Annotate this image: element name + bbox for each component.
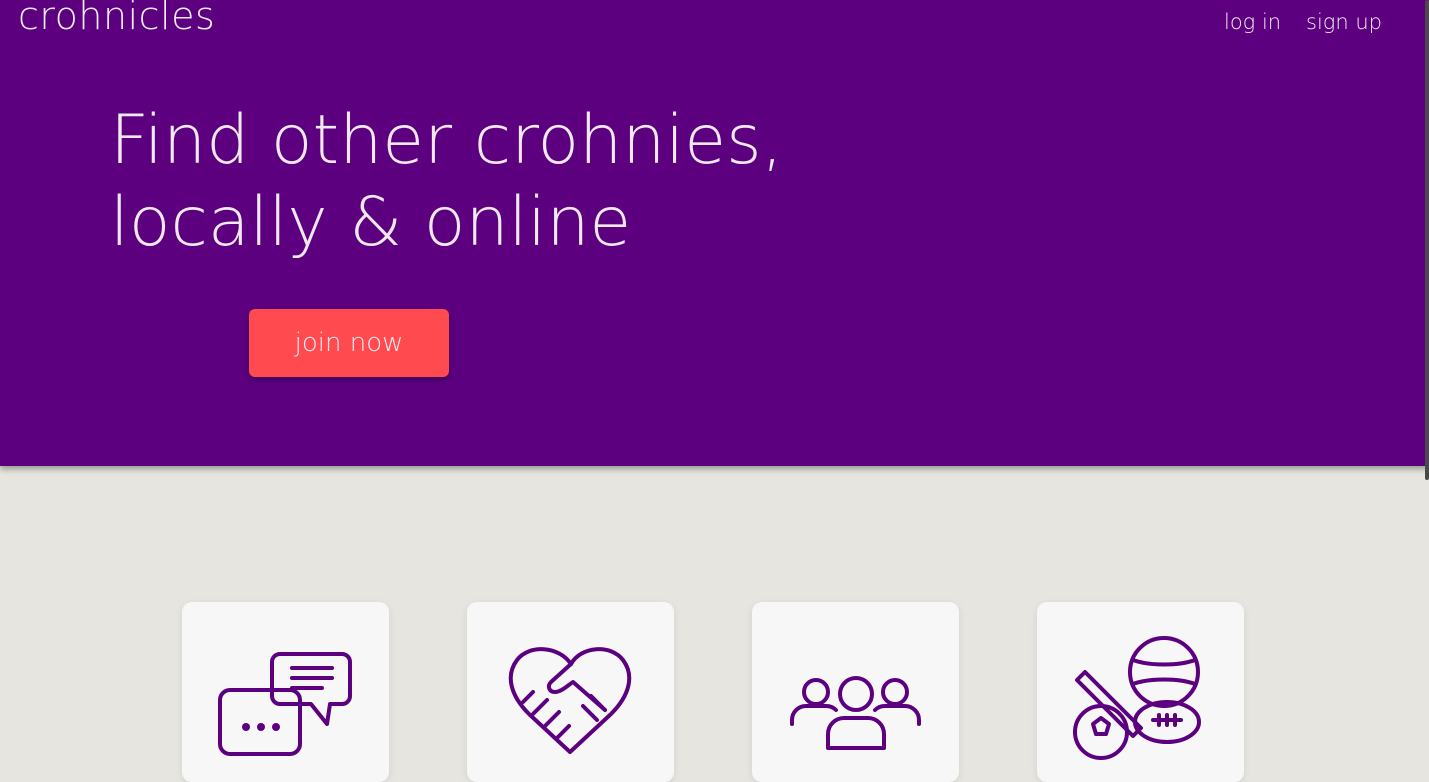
signup-link[interactable]: sign up	[1306, 10, 1382, 34]
hero-headline: Find other crohnies, locally & online	[110, 100, 783, 264]
headline-line-2: locally & online	[110, 183, 632, 262]
page-scrollbar[interactable]	[1425, 0, 1429, 480]
heart-handshake-icon	[508, 647, 632, 754]
headline-line-1: Find other crohnies,	[110, 101, 784, 180]
feature-card-chat[interactable]	[182, 602, 389, 782]
group-people-icon	[790, 676, 921, 750]
feature-card-support[interactable]	[467, 602, 674, 782]
login-link[interactable]: log in	[1224, 10, 1281, 34]
join-now-button[interactable]: join now	[249, 309, 449, 377]
chat-bubbles-icon	[218, 652, 352, 756]
feature-card-community[interactable]	[752, 602, 959, 782]
hero-section: crohnicles log in sign up Find other cro…	[0, 0, 1429, 466]
feature-card-activities[interactable]	[1037, 602, 1244, 782]
sports-balls-icon	[1073, 636, 1201, 760]
brand-logo[interactable]: crohnicles	[18, 0, 215, 38]
